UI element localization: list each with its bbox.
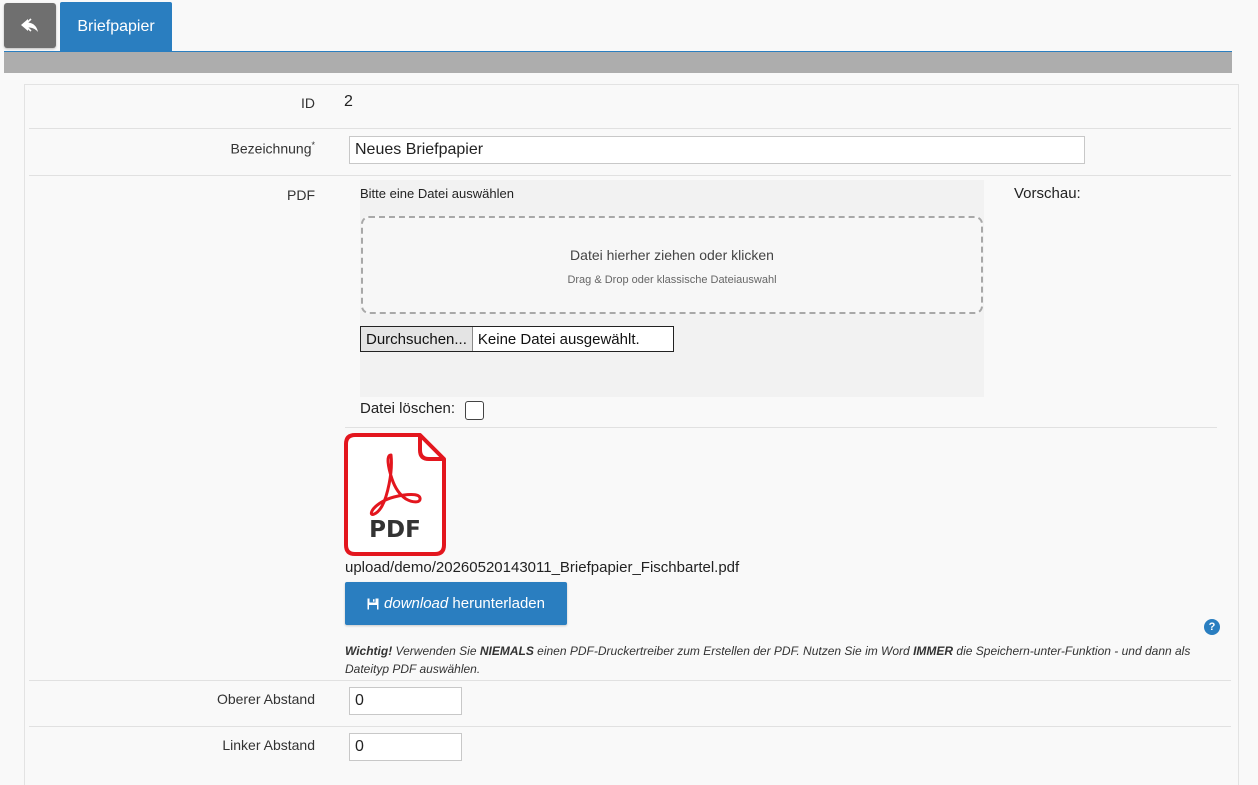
toolbar-strip [4, 52, 1232, 73]
file-input[interactable]: Durchsuchen... Keine Datei ausgewählt. [360, 326, 674, 352]
row-divider [29, 680, 1231, 681]
browse-button[interactable]: Durchsuchen... [361, 327, 473, 351]
tab-bar: Briefpapier [0, 0, 1258, 54]
select-file-hint: Bitte eine Datei auswählen [360, 186, 514, 201]
download-label: download herunterladen [384, 595, 545, 612]
dropzone-title: Datei hierher ziehen oder klicken [570, 247, 774, 263]
back-button[interactable] [4, 3, 56, 48]
no-file-text: Keine Datei ausgewählt. [477, 330, 640, 348]
pdf-icon-text: PDF [369, 517, 421, 543]
required-mark: * [311, 140, 315, 150]
row-divider [29, 128, 1231, 129]
pdf-file-icon[interactable]: PDF [344, 433, 446, 556]
dropzone-subtitle: Drag & Drop oder klassische Dateiauswahl [567, 274, 777, 286]
id-label: ID [301, 95, 315, 111]
help-icon[interactable]: ? [1204, 619, 1220, 635]
bezeichnung-label-text: Bezeichnung [230, 140, 312, 157]
row-divider [29, 175, 1231, 176]
reply-arrow-icon [21, 17, 38, 32]
download-button[interactable]: download herunterladen [345, 582, 567, 625]
bezeichnung-input[interactable] [349, 136, 1085, 164]
pdf-warning-note: Wichtig! Verwenden Sie NIEMALS einen PDF… [345, 644, 1191, 676]
linker-abstand-input[interactable] [349, 733, 462, 761]
preview-label: Vorschau: [1014, 185, 1081, 202]
pdf-label: PDF [287, 187, 315, 203]
id-value: 2 [344, 93, 353, 110]
row-divider [29, 726, 1231, 727]
oberer-abstand-label: Oberer Abstand [216, 691, 315, 707]
row-divider [345, 427, 1217, 428]
tab-briefpapier[interactable]: Briefpapier [60, 2, 172, 52]
file-dropzone[interactable]: Datei hierher ziehen oder klicken Drag &… [361, 216, 983, 314]
oberer-abstand-input[interactable] [349, 687, 462, 715]
floppy-disk-icon [367, 598, 379, 609]
linker-abstand-label: Linker Abstand [222, 737, 315, 753]
pdf-file-path: upload/demo/20260520143011_Briefpapier_F… [345, 559, 740, 576]
delete-file-label: Datei löschen: [360, 400, 456, 417]
delete-file-checkbox[interactable] [465, 401, 484, 420]
bezeichnung-label: Bezeichnung* [160, 140, 315, 157]
